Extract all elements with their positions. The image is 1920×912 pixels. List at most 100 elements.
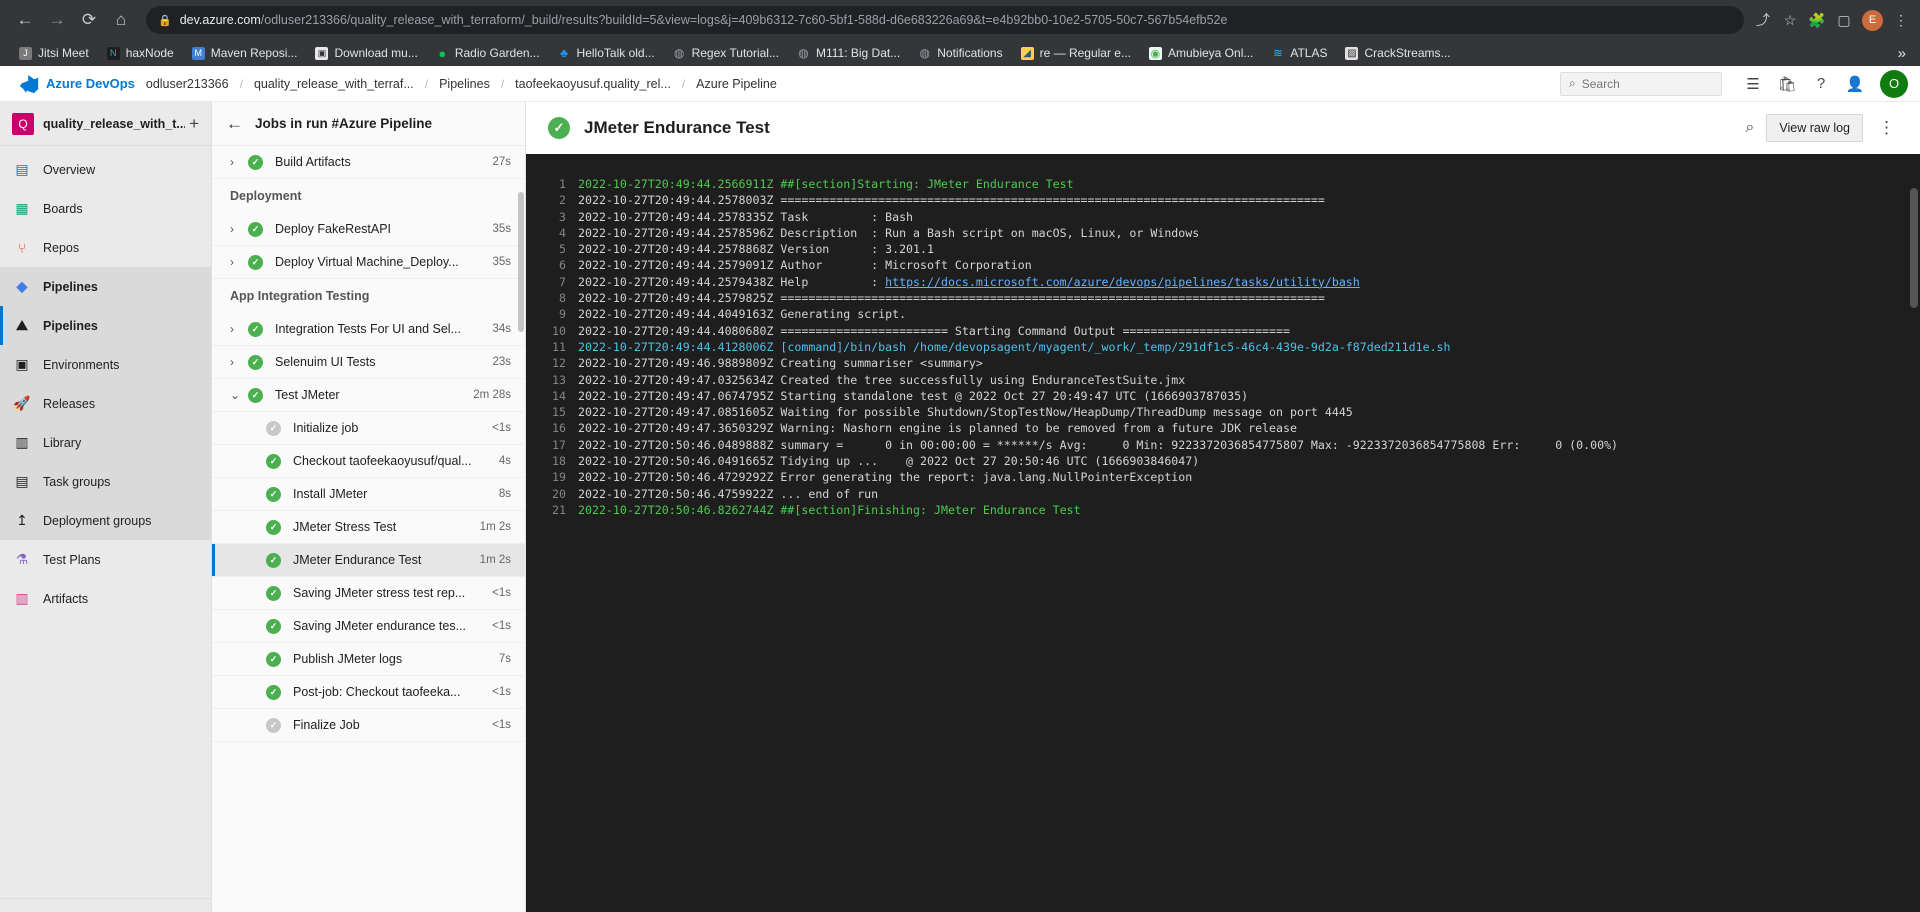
sidepanel-icon[interactable]: ▢ — [1835, 12, 1853, 29]
chevron-right-icon[interactable]: › — [230, 155, 248, 169]
omnibox-actions: ⤴ ☆ 🧩 ▢ E ⋮ — [1754, 9, 1910, 31]
star-icon[interactable]: ☆ — [1781, 12, 1799, 29]
job-row[interactable]: › ✓ Deploy Virtual Machine_Deploy... 35s — [212, 246, 525, 279]
profile-avatar[interactable]: E — [1862, 9, 1883, 31]
sidebar-item-boards[interactable]: ▦ Boards — [0, 189, 211, 228]
bookmark-item[interactable]: ◍ Notifications — [909, 42, 1011, 64]
bookmark-item[interactable]: ◍ Regex Tutorial... — [664, 42, 788, 64]
job-row[interactable]: › ✓ Build Artifacts 27s — [212, 146, 525, 179]
line-text: 2022-10-27T20:49:46.9889809Z Creating su… — [578, 356, 983, 371]
project-selector[interactable]: Q quality_release_with_t... + — [0, 102, 211, 146]
help-icon[interactable]: ? — [1804, 69, 1838, 99]
bookmark-item[interactable]: ◢ re — Regular e... — [1012, 42, 1140, 64]
jobs-scrollbar[interactable] — [518, 192, 524, 332]
global-search[interactable]: ⌕ — [1560, 71, 1722, 96]
bookmark-item[interactable]: ▨ CrackStreams... — [1336, 42, 1459, 64]
sidebar-item-repos[interactable]: ⑂ Repos — [0, 228, 211, 267]
breadcrumb-run[interactable]: Azure Pipeline — [685, 77, 788, 91]
log-output[interactable]: 1 2022-10-27T20:49:44.2566911Z ##[section… — [526, 154, 1920, 912]
task-row[interactable]: ✓ Saving JMeter stress test rep... <1s — [212, 577, 525, 610]
bookmark-item[interactable]: ≋ ATLAS — [1262, 42, 1336, 64]
bookmark-label: Jitsi Meet — [38, 46, 89, 60]
chevron-right-icon[interactable]: › — [230, 255, 248, 269]
breadcrumb-pipelines[interactable]: Pipelines — [428, 77, 501, 91]
back-button[interactable]: ← — [10, 5, 40, 35]
bookmark-item[interactable]: N haxNode — [98, 42, 183, 64]
more-actions-icon[interactable]: ⋮ — [1875, 118, 1898, 138]
azure-devops-brand[interactable]: Azure DevOps — [46, 76, 135, 91]
breadcrumb-org[interactable]: odluser213366 — [135, 77, 240, 91]
task-row[interactable]: ✓ Initialize job <1s — [212, 412, 525, 445]
bookmark-item[interactable]: ▣ Download mu... — [306, 42, 426, 64]
list-icon[interactable]: ☰ — [1736, 69, 1770, 99]
jobs-list[interactable]: › ✓ Build Artifacts 27s Deployment › ✓ D… — [212, 146, 525, 912]
job-row[interactable]: ⌄ ✓ Test JMeter 2m 28s — [212, 379, 525, 412]
task-row[interactable]: ✓ Saving JMeter endurance tes... <1s — [212, 610, 525, 643]
task-label: Saving JMeter stress test rep... — [293, 586, 466, 600]
bookmark-item[interactable]: ♣ HelloTalk old... — [549, 42, 664, 64]
task-row[interactable]: ✓ JMeter Stress Test 1m 2s — [212, 511, 525, 544]
sidebar-item-label: Releases — [43, 396, 96, 411]
log-pane: ✓ JMeter Endurance Test ⌕ View raw log ⋮… — [526, 102, 1920, 912]
chevron-right-icon[interactable]: › — [230, 322, 248, 336]
bookmark-item[interactable]: M Maven Reposi... — [183, 42, 307, 64]
sidebar-item-label: Boards — [43, 201, 83, 216]
haxnode-icon: N — [106, 46, 120, 60]
line-number: 19 — [552, 470, 566, 485]
task-row[interactable]: ✓ Finalize Job <1s — [212, 709, 525, 742]
task-row[interactable]: ✓ Install JMeter 8s — [212, 478, 525, 511]
bookmarks-overflow-button[interactable]: » — [1898, 45, 1910, 62]
reload-button[interactable]: ⟳ — [74, 5, 104, 35]
forward-button[interactable]: → — [42, 5, 72, 35]
view-raw-log-button[interactable]: View raw log — [1766, 114, 1863, 142]
job-label: Test JMeter — [275, 388, 340, 402]
chevron-down-icon[interactable]: ⌄ — [230, 388, 248, 402]
sidebar-item-label: Library — [43, 435, 82, 450]
person-add-icon[interactable]: 👤 — [1838, 69, 1872, 99]
task-row[interactable]: ✓ Post-job: Checkout taofeeka... <1s — [212, 676, 525, 709]
bookmark-item[interactable]: ◉ Amubieya Onl... — [1140, 42, 1262, 64]
task-row[interactable]: ✓ Publish JMeter logs 7s — [212, 643, 525, 676]
sidebar-item-pipelines[interactable]: ⛰ Pipelines — [0, 306, 211, 345]
sidebar-item-test-plans[interactable]: ⚗ Test Plans — [0, 540, 211, 579]
breadcrumb-project[interactable]: quality_release_with_terraf... — [243, 77, 425, 91]
back-arrow-icon[interactable]: ← — [226, 114, 243, 134]
bash-task-help-link[interactable]: https://docs.microsoft.com/azure/devops/… — [885, 274, 1360, 290]
search-icon[interactable]: ⌕ — [1745, 119, 1754, 137]
chevron-right-icon[interactable]: › — [230, 355, 248, 369]
search-input[interactable] — [1581, 76, 1713, 91]
breadcrumb-pipeline-name[interactable]: taofeekaoyusuf.quality_rel... — [504, 77, 682, 91]
browser-menu-icon[interactable]: ⋮ — [1892, 12, 1910, 29]
share-icon[interactable]: ⤴ — [1754, 10, 1772, 30]
sidebar-item-deployment-groups[interactable]: ↥ Deployment groups — [0, 501, 211, 540]
bookmark-item[interactable]: J Jitsi Meet — [10, 42, 98, 64]
sidebar-item-library[interactable]: ▥ Library — [0, 423, 211, 462]
job-row[interactable]: › ✓ Integration Tests For UI and Sel... … — [212, 313, 525, 346]
sidebar-item-overview[interactable]: ▤ Overview — [0, 150, 211, 189]
sidebar-item-task-groups[interactable]: ▤ Task groups — [0, 462, 211, 501]
bag-icon[interactable]: 🛍 — [1770, 69, 1804, 99]
bookmark-item[interactable]: ● Radio Garden... — [427, 42, 549, 64]
job-row[interactable]: › ✓ Deploy FakeRestAPI 35s — [212, 213, 525, 246]
chevron-right-icon[interactable]: › — [230, 222, 248, 236]
log-line: 4 2022-10-27T20:49:44.2578596Z Descriptio… — [526, 225, 1920, 241]
sidebar-item-pipelines-group[interactable]: ◆ Pipelines — [0, 267, 211, 306]
sidebar-item-artifacts[interactable]: ▥ Artifacts — [0, 579, 211, 618]
log-line: 10 2022-10-27T20:49:44.4080680Z =========… — [526, 323, 1920, 339]
task-label: Publish JMeter logs — [293, 652, 403, 666]
job-row[interactable]: › ✓ Selenuim UI Tests 23s — [212, 346, 525, 379]
task-row[interactable]: ✓ Checkout taofeekaoyusuf/qual... 4s — [212, 445, 525, 478]
address-bar[interactable]: 🔒 dev.azure.com/odluser213366/quality_re… — [146, 6, 1744, 34]
project-settings[interactable]: ⚙ Project settings « — [0, 898, 211, 912]
home-button[interactable]: ⌂ — [106, 5, 136, 35]
bookmark-label: M111: Big Dat... — [815, 46, 901, 60]
user-avatar[interactable]: O — [1880, 69, 1908, 98]
log-vertical-scrollbar[interactable] — [1910, 188, 1918, 308]
add-icon[interactable]: + — [185, 114, 199, 134]
bookmark-item[interactable]: ◍ M111: Big Dat... — [788, 42, 909, 64]
sidebar-item-environments[interactable]: ▣ Environments — [0, 345, 211, 384]
sidebar-item-releases[interactable]: 🚀 Releases — [0, 384, 211, 423]
extensions-icon[interactable]: 🧩 — [1808, 12, 1826, 29]
task-row-selected[interactable]: ✓ JMeter Endurance Test 1m 2s — [212, 544, 525, 577]
status-skipped-icon: ✓ — [266, 420, 281, 436]
